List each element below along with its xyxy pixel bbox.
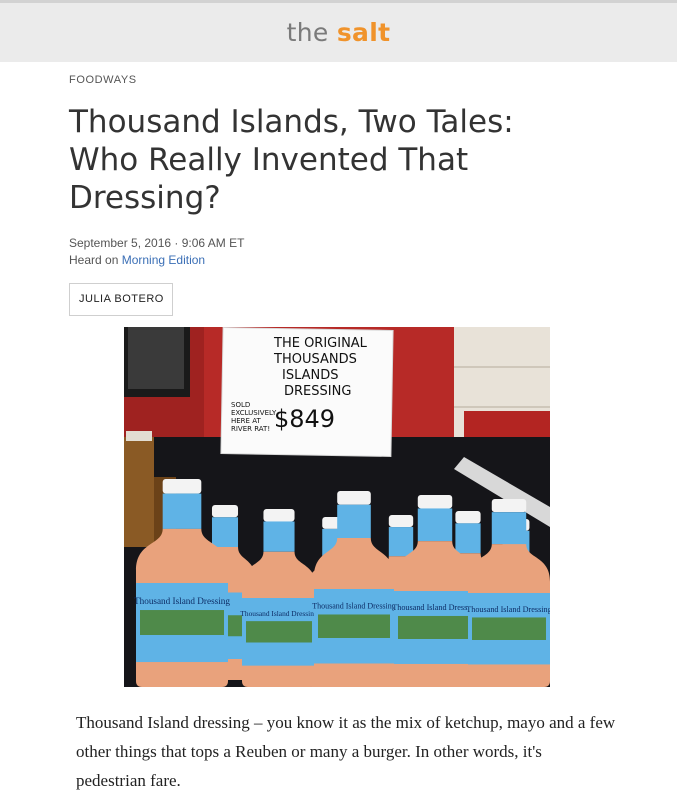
logo-word-salt: salt — [336, 18, 391, 47]
masthead: the salt — [0, 3, 677, 62]
program-link[interactable]: Morning Edition — [122, 253, 205, 267]
dateline: September 5, 2016 · 9:06 AM ET — [69, 236, 245, 250]
sign-line-1: THE ORIGINAL — [273, 336, 368, 351]
sign-line-4: DRESSING — [284, 384, 351, 399]
article-photo: THE ORIGINAL THOUSANDS ISLANDS DRESSING … — [124, 327, 550, 687]
bottle-label-text: Thousand Island Dressing — [134, 596, 230, 606]
sign-line-3: ISLANDS — [282, 368, 339, 383]
heard-prefix: Heard on — [69, 253, 122, 267]
article: FOODWAYS Thousand Islands, Two Tales: Wh… — [0, 74, 677, 316]
author-byline[interactable]: JULIA BOTERO — [69, 283, 173, 316]
sign-side-2: EXCLUSIVELY — [231, 409, 277, 417]
price-sign: THE ORIGINAL THOUSANDS ISLANDS DRESSING … — [220, 327, 394, 457]
bottle-label-text: Thousand Island Dressing — [392, 603, 478, 612]
sign-side-4: RIVER RAT! — [231, 425, 270, 433]
sign-side-3: HERE AT — [231, 417, 261, 425]
article-paragraph: Thousand Island dressing – you know it a… — [76, 713, 616, 790]
sign-side-1: SOLD — [231, 401, 250, 409]
heard-on-line: Heard on Morning Edition — [69, 252, 677, 269]
sign-price: $849 — [274, 405, 335, 433]
section-slug[interactable]: FOODWAYS — [69, 74, 677, 86]
bottle-label-text: Thousand Island Dressing — [240, 609, 317, 618]
headline: Thousand Islands, Two Tales: Who Really … — [69, 104, 514, 216]
site-logo[interactable]: the salt — [287, 18, 391, 47]
logo-word-the: the — [286, 18, 329, 47]
sign-line-2: THOUSANDS — [273, 352, 357, 367]
bottle-label-text: Thousand Island Dressing — [312, 602, 396, 611]
bottles-photo-illustration: THE ORIGINAL THOUSANDS ISLANDS DRESSING … — [124, 327, 550, 687]
bottle-label-text: Thousand Island Dressing — [466, 605, 550, 614]
